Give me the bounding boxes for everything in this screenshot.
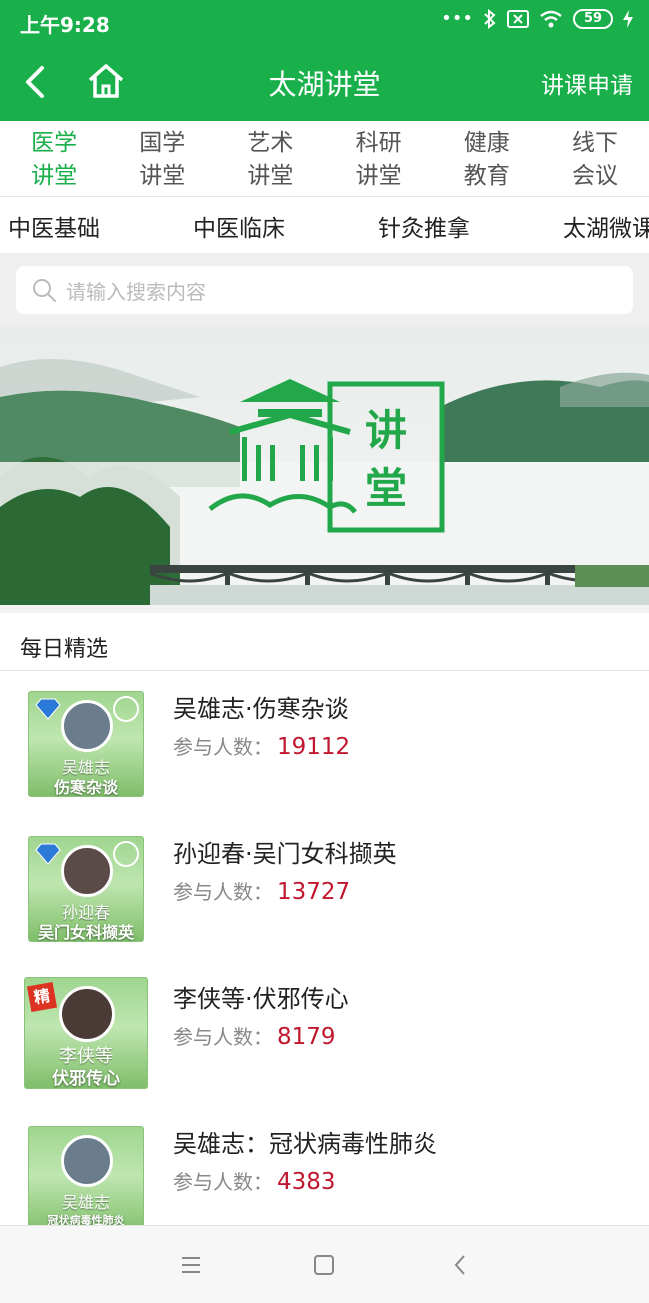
avatar (59, 986, 115, 1042)
participant-stat: 参与人数： 8179 (173, 1024, 336, 1050)
course-thumbnail: 吴雄志 冠状病毒性肺炎 (28, 1126, 144, 1225)
dots-icon: ••• (441, 8, 473, 29)
list-item[interactable]: 精 李侠等 伏邪传心 李侠等·伏邪传心 参与人数： 8179 (0, 961, 649, 1106)
participant-count: 19112 (277, 734, 351, 760)
tab-offline-meeting[interactable]: 线下 会议 (541, 121, 649, 196)
participant-count: 8179 (277, 1024, 336, 1050)
participant-stat: 参与人数： 19112 (173, 734, 351, 760)
course-title: 李侠等·伏邪传心 (173, 985, 349, 1013)
search-area: 请输入搜索内容 (0, 253, 649, 327)
status-icons: ••• 59 (441, 8, 633, 29)
sim-off-icon (507, 9, 529, 28)
home-square-icon[interactable] (311, 1252, 337, 1278)
search-placeholder: 请输入搜索内容 (66, 280, 206, 304)
course-title: 吴雄志：冠状病毒性肺炎 (173, 1130, 437, 1158)
subtab-tcm-clinical[interactable]: 中医临床 (193, 209, 285, 243)
logo-text-1: 讲 (365, 406, 407, 455)
category-tabs: 医学 讲堂 国学 讲堂 艺术 讲堂 科研 讲堂 健康 教育 线下 会议 (0, 121, 649, 197)
tab-arts[interactable]: 艺术 讲堂 (216, 121, 324, 196)
thumb-topic: 吴门女科撷英 (37, 923, 134, 942)
banner-image[interactable]: 讲 堂 (0, 327, 649, 605)
course-thumbnail: 孙迎春 吴门女科撷英 (28, 836, 144, 942)
list-item[interactable]: 吴雄志 冠状病毒性肺炎 吴雄志：冠状病毒性肺炎 参与人数： 4383 (0, 1106, 649, 1225)
thumb-topic: 冠状病毒性肺炎 (47, 1214, 125, 1225)
participant-stat: 参与人数： 13727 (173, 879, 351, 905)
course-title: 吴雄志·伤寒杂谈 (173, 695, 349, 723)
avatar (61, 845, 113, 897)
title-bar: 太湖讲堂 讲课申请 (0, 44, 649, 121)
thumb-topic: 伏邪传心 (52, 1069, 120, 1089)
diamond-icon (35, 698, 61, 720)
system-nav-bar (0, 1225, 649, 1303)
avatar (61, 700, 113, 752)
apply-lecture-button[interactable]: 讲课申请 (541, 66, 633, 100)
battery-indicator: 59 (573, 8, 613, 29)
diamond-icon (35, 843, 61, 865)
subtab-taihu-microcourse[interactable]: 太湖微课 (563, 209, 649, 243)
list-item[interactable]: 孙迎春 吴门女科撷英 孙迎春·吴门女科撷英 参与人数： 13727 (0, 816, 649, 961)
nav-back-icon[interactable] (448, 1252, 474, 1278)
list-item[interactable]: 吴雄志 伤寒杂谈 吴雄志·伤寒杂谈 参与人数： 19112 (0, 671, 649, 816)
thumb-name: 吴雄志 (61, 1193, 110, 1212)
tab-research[interactable]: 科研 讲堂 (325, 121, 433, 196)
participant-count: 4383 (277, 1169, 336, 1195)
seal-icon (113, 841, 139, 867)
course-title: 孙迎春·吴门女科撷英 (173, 840, 397, 868)
subtab-tcm-basics[interactable]: 中医基础 (8, 209, 100, 243)
seal-icon (113, 696, 139, 722)
thumb-topic: 伤寒杂谈 (53, 778, 118, 797)
section-title: 每日精选 (20, 637, 109, 662)
landscape-illustration: 讲 堂 (0, 327, 649, 605)
daily-picks-header: 每日精选 (0, 605, 649, 671)
avatar (61, 1135, 113, 1187)
course-thumbnail: 吴雄志 伤寒杂谈 (28, 691, 144, 797)
tab-sinology[interactable]: 国学 讲堂 (108, 121, 216, 196)
status-time: 上午9:28 (20, 13, 110, 37)
menu-icon[interactable] (178, 1252, 204, 1278)
wifi-icon (540, 10, 562, 27)
participant-count: 13727 (277, 879, 351, 905)
search-icon (33, 279, 56, 302)
app-header: 上午9:28 ••• 59 太湖讲堂 讲课申请 (0, 0, 649, 121)
search-input[interactable]: 请输入搜索内容 (16, 266, 633, 314)
status-bar: 上午9:28 ••• 59 (0, 0, 649, 44)
logo-text-2: 堂 (365, 464, 407, 513)
subtab-acupuncture[interactable]: 针灸推拿 (378, 209, 470, 243)
participant-stat: 参与人数： 4383 (173, 1169, 336, 1195)
course-thumbnail: 精 李侠等 伏邪传心 (24, 977, 148, 1089)
bluetooth-icon (484, 8, 496, 29)
sub-tabs: 中医基础 中医临床 针灸推拿 太湖微课 (0, 197, 649, 253)
featured-badge: 精 (26, 981, 58, 1013)
tab-health-education[interactable]: 健康 教育 (433, 121, 541, 196)
tab-medical[interactable]: 医学 讲堂 (0, 121, 108, 196)
charging-icon (623, 9, 633, 28)
